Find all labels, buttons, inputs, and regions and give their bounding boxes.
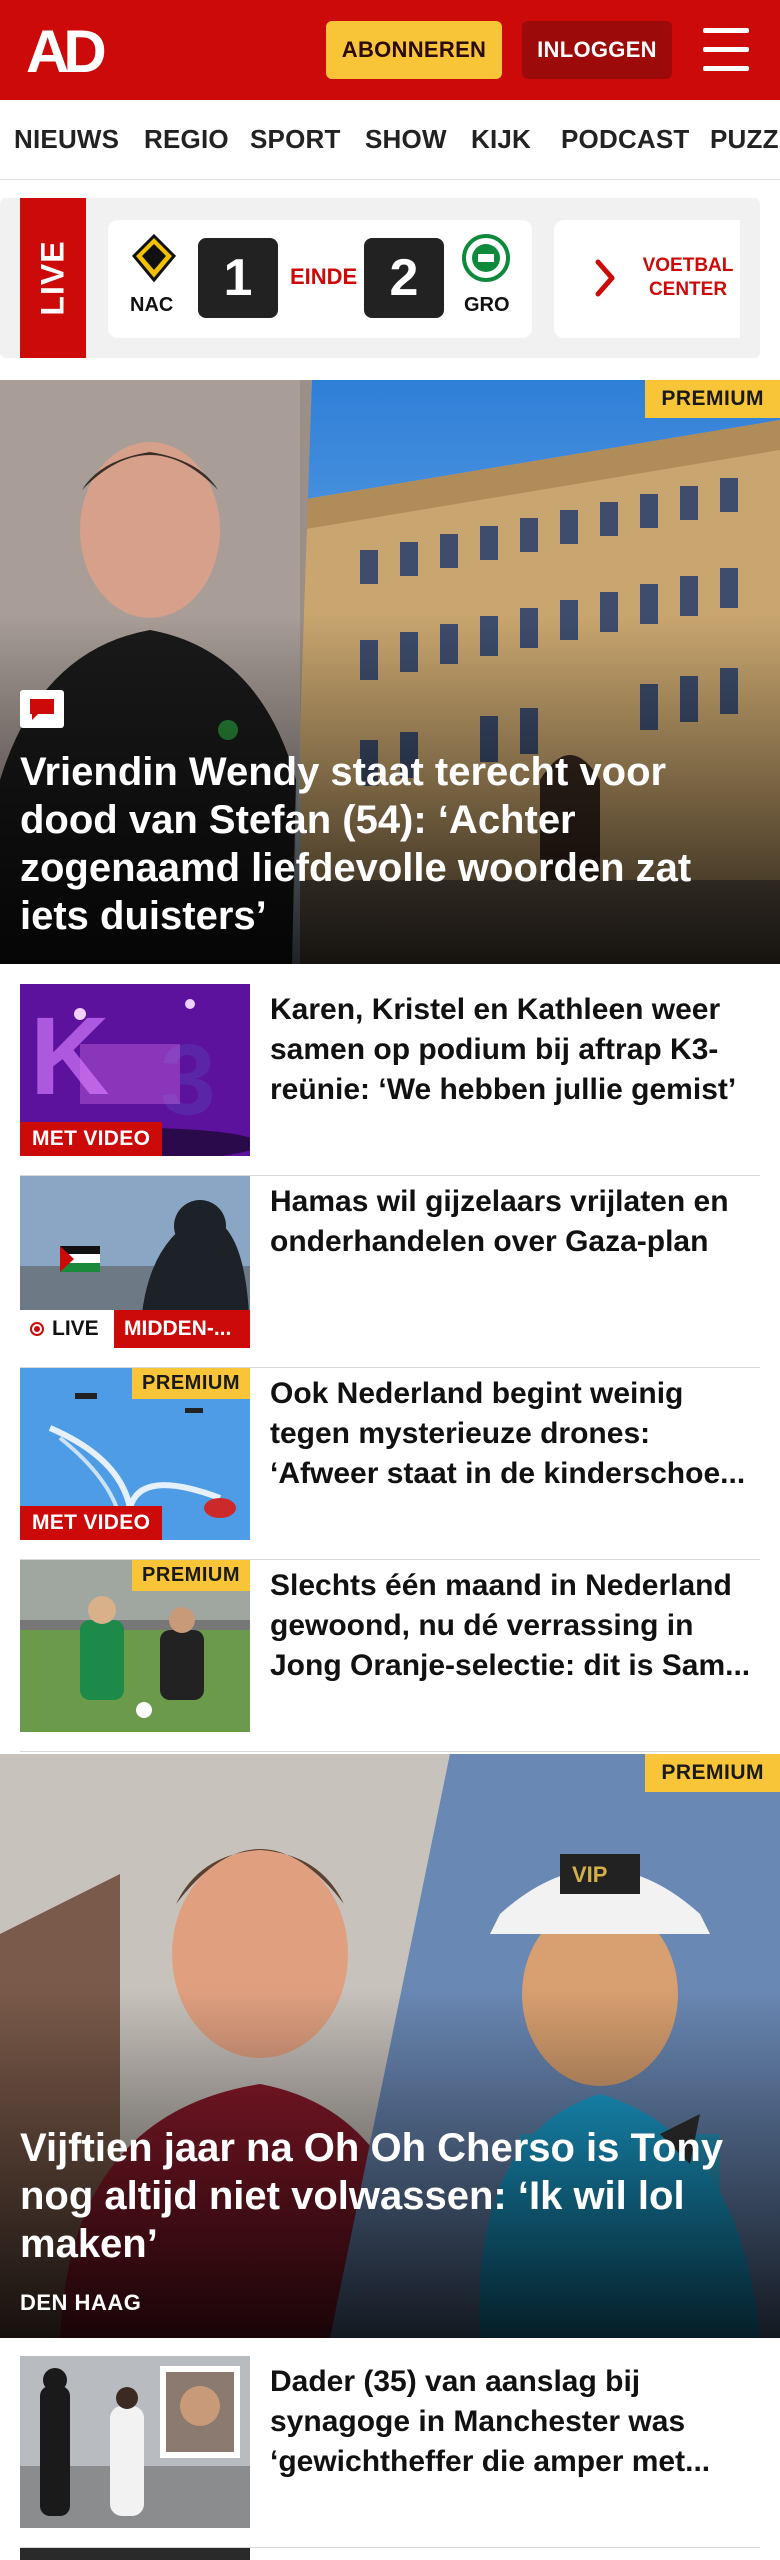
article-thumbnail: PREMIUM: [20, 1560, 250, 1732]
site-header: AD ABONNEREN INLOGGEN: [0, 0, 780, 100]
live-scores-strip: LIVE NAC 1 EINDE 2 GRO VOETBAL CENTER: [0, 198, 760, 358]
section-nav: NIEUWS REGIO SPORT SHOW KIJK PODCAST PUZ…: [0, 100, 780, 180]
nav-item-sport[interactable]: SPORT: [250, 124, 341, 155]
video-badge: MET VIDEO: [20, 1506, 163, 1540]
list-item[interactable]: Dader (35) van aanslag bij synagoge in M…: [20, 2356, 760, 2548]
premium-badge: PREMIUM: [645, 380, 780, 418]
away-team-name: GRO: [464, 294, 510, 316]
list-item[interactable]: PREMIUM Slechts één maand in Nederland g…: [20, 1560, 760, 1752]
next-article-thumbnail: [20, 2548, 250, 2560]
article-title[interactable]: Ook Nederland begint weinig tegen myster…: [270, 1374, 760, 1494]
nav-item-nieuws[interactable]: NIEUWS: [14, 124, 119, 155]
hero-title[interactable]: Vriendin Wendy staat terecht voor dood v…: [20, 748, 740, 940]
list-item[interactable]: LIVE MIDDEN-... Hamas wil gijzelaars vri…: [20, 1176, 760, 1368]
comment-icon: [20, 690, 64, 728]
article-title[interactable]: Slechts één maand in Nederland gewoond, …: [270, 1566, 760, 1686]
live-dot-icon: [30, 1322, 44, 1336]
hero-article[interactable]: PREMIUM Vriendin Wendy staat terecht voo…: [0, 380, 780, 964]
premium-badge: PREMIUM: [132, 1560, 250, 1591]
nav-item-kijk[interactable]: KIJK: [471, 124, 531, 155]
live-badge: LIVE: [20, 1310, 114, 1348]
list-item[interactable]: K 3 MET VIDEO Karen, Kristel en Kathleen…: [20, 984, 760, 1176]
home-score: 1: [198, 238, 278, 318]
hamburger-menu-icon[interactable]: [700, 26, 752, 74]
live-tag-label: LIVE: [34, 240, 71, 316]
nav-item-puzzel[interactable]: PUZZ: [710, 124, 779, 155]
svg-text:AD: AD: [26, 22, 104, 78]
location-label: DEN HAAG: [20, 2290, 142, 2315]
nav-item-podcast[interactable]: PODCAST: [561, 124, 690, 155]
nav-item-regio[interactable]: REGIO: [144, 124, 229, 155]
away-score: 2: [364, 238, 444, 318]
login-button[interactable]: INLOGGEN: [522, 21, 672, 79]
groningen-crest-icon: [462, 234, 510, 282]
home-team-name: NAC: [130, 294, 174, 316]
ad-logo[interactable]: AD: [26, 22, 116, 78]
nac-crest-icon: [131, 234, 177, 283]
live-badge-label: LIVE: [52, 1317, 99, 1340]
article-title[interactable]: Hamas wil gijzelaars vrijlaten en onderh…: [270, 1182, 760, 1302]
manchester-image: [20, 2356, 250, 2528]
nav-item-show[interactable]: SHOW: [365, 124, 447, 155]
voetbal-center-button[interactable]: VOETBAL CENTER: [638, 220, 738, 338]
hero-article-2[interactable]: VIP PREMIUM Vijftien jaar na Oh Oh Chers…: [0, 1754, 780, 2338]
article-title[interactable]: Karen, Kristel en Kathleen weer samen op…: [270, 990, 760, 1110]
hero-title[interactable]: Vijftien jaar na Oh Oh Cherso is Tony no…: [20, 2124, 740, 2268]
subscribe-button[interactable]: ABONNEREN: [326, 21, 502, 79]
premium-badge: PREMIUM: [132, 1368, 250, 1399]
video-badge: MET VIDEO: [20, 1122, 163, 1156]
svg-text:VIP: VIP: [572, 1862, 607, 1887]
article-thumbnail: LIVE MIDDEN-...: [20, 1176, 250, 1348]
premium-badge: PREMIUM: [645, 1754, 780, 1792]
category-badge: MIDDEN-...: [114, 1310, 250, 1348]
article-thumbnail: [20, 2356, 250, 2528]
article-thumbnail: K 3 MET VIDEO: [20, 984, 250, 1156]
article-title[interactable]: Dader (35) van aanslag bij synagoge in M…: [270, 2362, 760, 2482]
match-status: EINDE: [290, 264, 358, 289]
match-card[interactable]: NAC 1 EINDE 2 GRO: [108, 220, 532, 338]
voetbal-center-label: VOETBAL CENTER: [642, 255, 734, 300]
chevron-right-icon: [595, 259, 615, 297]
list-item[interactable]: PREMIUM MET VIDEO Ook Nederland begint w…: [20, 1368, 760, 1560]
article-thumbnail: PREMIUM MET VIDEO: [20, 1368, 250, 1540]
